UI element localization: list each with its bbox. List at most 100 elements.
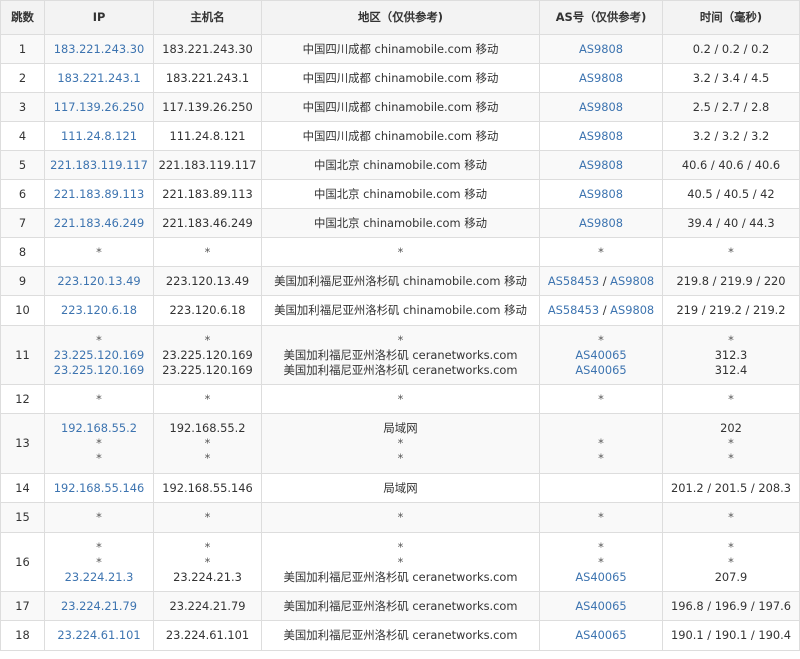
ip-link[interactable]: 192.168.55.2 bbox=[61, 421, 137, 435]
ip-link[interactable]: 223.120.13.49 bbox=[57, 274, 140, 288]
asn-link[interactable]: AS58453 bbox=[548, 303, 599, 317]
asn-link[interactable]: AS9808 bbox=[610, 303, 654, 317]
host-value: 223.120.6.18 bbox=[169, 303, 246, 317]
host-unknown: * bbox=[204, 451, 211, 465]
time-unknown: * bbox=[728, 554, 734, 569]
asn-unknown: * bbox=[598, 510, 604, 524]
column-header-asn: AS号（仅供参考) bbox=[539, 0, 663, 35]
hop-number: 9 bbox=[0, 266, 45, 296]
hop-number: 16 bbox=[0, 532, 45, 592]
asn-link[interactable]: AS9808 bbox=[579, 158, 623, 172]
asn-cell: * * bbox=[539, 413, 663, 474]
ip-link[interactable]: 221.183.46.249 bbox=[54, 216, 145, 230]
asn-line: AS9808 bbox=[541, 216, 662, 231]
time-cell: 3.2 / 3.4 / 4.5 bbox=[662, 63, 800, 93]
asn-link[interactable]: AS9808 bbox=[579, 71, 623, 85]
host-cell: 23.224.61.101 bbox=[153, 620, 262, 651]
region-cell: 中国四川成都 chinamobile.com 移动 bbox=[261, 34, 540, 64]
ip-link[interactable]: 223.120.6.18 bbox=[61, 303, 137, 317]
asn-cell: AS9808 bbox=[539, 121, 663, 151]
ip-cell: 221.183.46.249 bbox=[44, 208, 154, 238]
host-value: 111.24.8.121 bbox=[169, 128, 246, 143]
region-value: 局域网 bbox=[383, 480, 418, 495]
table-row: 6 221.183.89.113 221.183.89.113 中国北京 chinam… bbox=[0, 179, 800, 209]
ip-link[interactable]: 117.139.26.250 bbox=[54, 100, 145, 114]
time-line: 201.2 / 201.5 / 208.3 bbox=[664, 481, 799, 496]
ip-unknown: * bbox=[96, 436, 102, 450]
host-cell: 221.183.46.249 bbox=[153, 208, 262, 238]
asn-link[interactable]: AS40065 bbox=[575, 363, 626, 377]
asn-link[interactable]: AS40065 bbox=[575, 570, 626, 584]
time-value: 202 bbox=[720, 421, 742, 435]
asn-link[interactable]: AS40065 bbox=[575, 599, 626, 613]
hop-number: 7 bbox=[0, 208, 45, 238]
host-line: 23.224.21.3 bbox=[155, 570, 261, 585]
asn-link[interactable]: AS9808 bbox=[579, 100, 623, 114]
ip-cell: 117.139.26.250 bbox=[44, 92, 154, 122]
ip-link[interactable]: 23.224.61.101 bbox=[57, 628, 140, 642]
time-cell: 40.6 / 40.6 / 40.6 bbox=[662, 150, 800, 180]
ip-link[interactable]: 23.225.120.169 bbox=[54, 348, 145, 362]
region-unknown: * bbox=[397, 451, 404, 465]
asn-unknown: * bbox=[598, 451, 604, 465]
asn-line bbox=[541, 421, 662, 436]
time-value: 0.2 / 0.2 / 0.2 bbox=[692, 41, 770, 56]
asn-link[interactable]: AS9808 bbox=[579, 187, 623, 201]
asn-cell: * * AS40065 bbox=[539, 532, 663, 592]
traceroute-table: 跳数 IP 主机名 地区（仅供参考) AS号（仅供参考) 时间（毫秒) 1 183… bbox=[0, 0, 800, 651]
table-row: 9 223.120.13.49 223.120.13.49 美国加利福尼亚州洛杉矶 c… bbox=[0, 266, 800, 296]
region-cell: 中国四川成都 chinamobile.com 移动 bbox=[261, 121, 540, 151]
asn-unknown: * bbox=[598, 332, 604, 347]
table-row: 15 * * * * * bbox=[0, 502, 800, 533]
asn-line: AS40065 bbox=[541, 599, 662, 614]
region-cell: * bbox=[261, 384, 540, 414]
region-unknown: * bbox=[397, 244, 404, 259]
region-line: 美国加利福尼亚州洛杉矶 ceranetworks.com bbox=[263, 363, 539, 378]
region-unknown: * bbox=[397, 510, 404, 524]
ip-link[interactable]: 23.224.21.79 bbox=[61, 599, 137, 613]
asn-link[interactable]: AS40065 bbox=[575, 348, 626, 362]
ip-link[interactable]: 221.183.89.113 bbox=[54, 187, 145, 201]
column-header-hostname: 主机名 bbox=[153, 0, 262, 35]
ip-link[interactable]: 183.221.243.1 bbox=[57, 71, 140, 85]
ip-link[interactable]: 221.183.119.117 bbox=[50, 158, 148, 172]
asn-link[interactable]: AS9808 bbox=[610, 274, 654, 288]
asn-link[interactable]: AS9808 bbox=[579, 216, 623, 230]
asn-line: * bbox=[541, 392, 662, 407]
column-header-region: 地区（仅供参考) bbox=[261, 0, 540, 35]
time-cell: 190.1 / 190.1 / 190.4 bbox=[662, 620, 800, 651]
region-line: * bbox=[263, 539, 539, 555]
ip-line: 23.224.61.101 bbox=[46, 628, 153, 643]
time-line: 219.8 / 219.9 / 220 bbox=[664, 274, 799, 289]
time-value: 39.4 / 40 / 44.3 bbox=[687, 215, 775, 230]
region-cell: * 美国加利福尼亚州洛杉矶 ceranetworks.com 美国加利福尼亚州洛杉矶… bbox=[261, 325, 540, 385]
ip-link[interactable]: 23.225.120.169 bbox=[54, 363, 145, 377]
hop-number: 13 bbox=[0, 413, 45, 474]
region-line: 美国加利福尼亚州洛杉矶 chinamobile.com 移动 bbox=[263, 274, 539, 289]
time-line: * bbox=[664, 451, 799, 466]
asn-link[interactable]: AS58453 bbox=[548, 274, 599, 288]
time-cell: * bbox=[662, 502, 800, 533]
table-row: 4 111.24.8.121 111.24.8.121 中国四川成都 chinamob… bbox=[0, 121, 800, 151]
host-value: 23.225.120.169 bbox=[162, 362, 253, 377]
ip-link[interactable]: 183.221.243.30 bbox=[54, 42, 145, 56]
ip-cell: * * 23.224.21.3 bbox=[44, 532, 154, 592]
time-line: 202 bbox=[664, 421, 799, 436]
region-unknown: * bbox=[397, 539, 404, 554]
ip-link[interactable]: 192.168.55.146 bbox=[54, 481, 145, 495]
host-cell: * bbox=[153, 237, 262, 267]
time-line: 207.9 bbox=[664, 570, 799, 585]
region-cell: 中国北京 chinamobile.com 移动 bbox=[261, 150, 540, 180]
time-value: 219 / 219.2 / 219.2 bbox=[676, 303, 786, 317]
asn-link[interactable]: AS9808 bbox=[579, 129, 623, 143]
time-line: * bbox=[664, 245, 799, 260]
table-row: 18 23.224.61.101 23.224.61.101 美国加利福尼亚州洛杉矶 … bbox=[0, 620, 800, 651]
hop-number: 1 bbox=[0, 34, 45, 64]
ip-link[interactable]: 23.224.21.3 bbox=[65, 570, 134, 584]
ip-link[interactable]: 111.24.8.121 bbox=[61, 129, 137, 143]
ip-unknown: * bbox=[96, 539, 102, 554]
asn-link[interactable]: AS40065 bbox=[575, 628, 626, 642]
ip-line: 223.120.6.18 bbox=[46, 303, 153, 318]
asn-link[interactable]: AS9808 bbox=[579, 42, 623, 56]
asn-cell: AS40065 bbox=[539, 591, 663, 621]
